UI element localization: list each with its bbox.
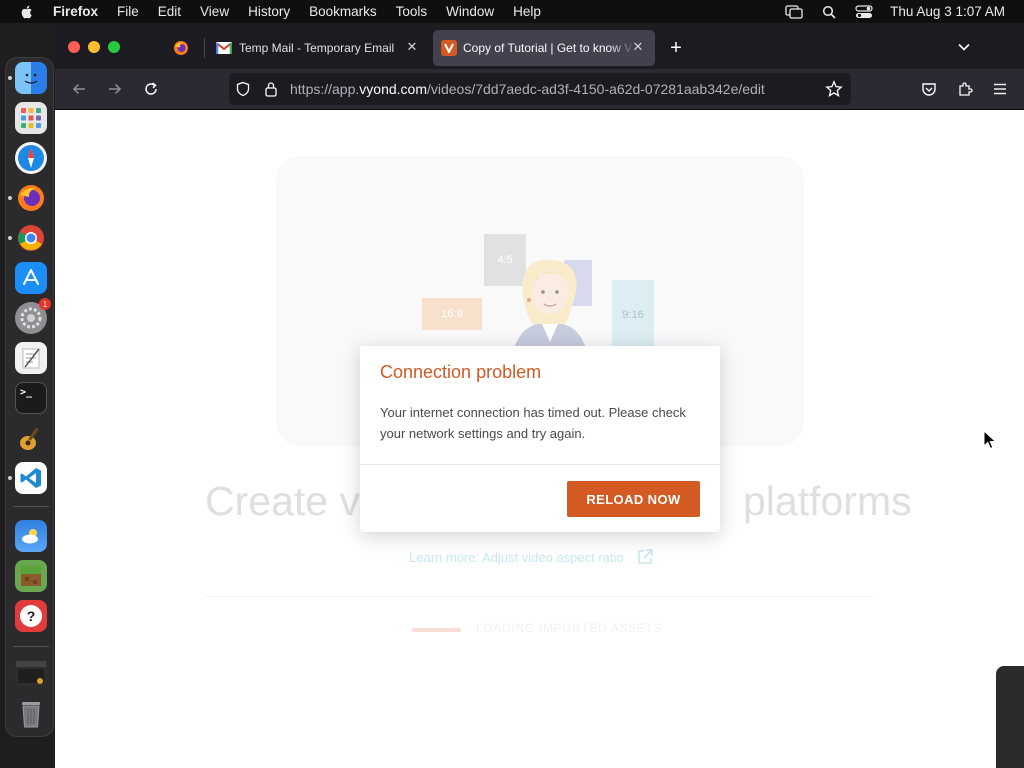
lock-icon[interactable] [264,81,278,97]
macos-menu-bar: Firefox File Edit View History Bookmarks… [0,0,1024,23]
list-all-tabs-button[interactable] [954,37,974,57]
url-text[interactable]: https://app.vyond.com/videos/7dd7aedc-ad… [290,81,765,97]
menu-bar-clock[interactable]: Thu Aug 3 1:07 AM [890,4,1005,19]
chrome-icon[interactable] [15,222,47,254]
running-indicator [8,76,12,80]
apple-icon[interactable] [19,4,35,20]
menu-bar-status-area: Thu Aug 3 1:07 AM [785,0,1024,23]
tab-temp-mail[interactable]: Temp Mail - Temporary Email ✕ [207,30,429,66]
tab-separator [204,38,205,58]
puzzle-piece-icon [959,82,973,96]
new-tab-button[interactable]: + [664,30,688,66]
app-menu-button[interactable] [990,79,1010,99]
terminal-icon[interactable]: >_ [15,382,47,414]
navigation-toolbar: https://app.vyond.com/videos/7dd7aedc-ad… [55,69,1024,110]
menu-tools[interactable]: Tools [396,4,428,19]
chevron-down-icon [958,43,970,51]
running-indicator [8,476,12,480]
hamburger-menu-icon [994,83,1006,95]
arrow-right-icon [109,83,122,95]
vyond-editor-page: 4:5 16:9 9:16 Create v platforms Learn m… [55,110,1024,768]
tab-close-icon[interactable]: ✕ [631,40,645,54]
minecraft-icon[interactable] [15,560,47,592]
pocket-button[interactable] [919,79,939,99]
menu-file[interactable]: File [117,4,139,19]
vyond-icon [441,40,457,56]
reload-button[interactable] [141,79,161,99]
menu-bookmarks[interactable]: Bookmarks [309,4,377,19]
forward-button[interactable] [105,79,125,99]
running-indicator [8,196,12,200]
dock-separator [13,506,49,507]
menu-view[interactable]: View [200,4,229,19]
weather-icon[interactable] [15,520,47,552]
bookmark-star-icon[interactable] [825,80,843,98]
menu-window[interactable]: Window [446,4,494,19]
url-prefix: https://app. [290,81,360,97]
finder-icon[interactable] [15,62,47,94]
firefox-window: Temp Mail - Temporary Email ✕ Copy of Tu… [55,26,1024,768]
window-minimize-button[interactable] [88,41,100,53]
dialog-title: Connection problem [380,362,542,382]
vscode-icon[interactable] [15,462,47,494]
side-panel-tab[interactable] [996,666,1024,768]
url-bar[interactable]: https://app.vyond.com/videos/7dd7aedc-ad… [229,73,851,105]
reload-now-button[interactable]: RELOAD NOW [567,481,700,517]
dock-separator [13,646,49,647]
launchpad-icon[interactable] [15,102,47,134]
url-host: vyond.com [359,81,427,97]
safari-icon[interactable] [15,142,47,174]
running-indicator [8,236,12,240]
trash-icon[interactable] [15,698,47,730]
tab-title: Copy of Tutorial | Get to know V [463,41,633,55]
dock: 1 >_ ? [5,57,54,737]
menu-edit[interactable]: Edit [158,4,181,19]
textedit-icon[interactable] [15,342,47,374]
window-close-button[interactable] [68,41,80,53]
notification-badge: 1 [39,298,51,310]
app-store-icon[interactable] [15,262,47,294]
extensions-button[interactable] [955,79,975,99]
back-button[interactable] [69,79,89,99]
firefox-dock-icon[interactable] [15,182,47,214]
tab-firefox-view[interactable] [163,30,203,66]
menu-help[interactable]: Help [513,4,541,19]
dialog-message: Your internet connection has timed out. … [380,405,686,441]
url-path: /videos/7dd7aedc-ad3f-4150-a62d-07281aab… [426,81,765,97]
tips-icon[interactable]: ? [15,600,47,632]
system-settings-icon[interactable]: 1 [15,298,51,334]
spotlight-search-icon[interactable] [820,5,838,19]
tab-title: Temp Mail - Temporary Email [239,41,395,55]
pocket-icon [922,83,936,96]
dialog-divider [360,464,720,465]
mouse-cursor-icon [983,430,997,450]
tracking-protection-shield-icon[interactable] [235,81,251,97]
connection-problem-dialog: Connection problem Your internet connect… [360,346,720,532]
reload-icon [145,82,157,95]
gmail-icon [216,42,232,54]
tab-strip: Temp Mail - Temporary Email ✕ Copy of Tu… [55,26,1024,69]
tab-close-icon[interactable]: ✕ [405,40,419,54]
window-zoom-button[interactable] [108,41,120,53]
tab-vyond-tutorial[interactable]: Copy of Tutorial | Get to know V ✕ [433,30,655,66]
arrow-left-icon [72,83,85,95]
terminal-prompt-glyph: >_ [20,387,33,398]
firefox-icon [174,41,188,55]
screenshot-thumbnail-icon[interactable] [15,660,47,686]
screen-mirroring-icon[interactable] [785,4,803,19]
garageband-icon[interactable] [15,422,47,454]
control-center-icon[interactable] [855,4,873,19]
menu-history[interactable]: History [248,4,290,19]
menu-app-name[interactable]: Firefox [53,4,98,19]
help-glyph: ? [20,605,42,627]
